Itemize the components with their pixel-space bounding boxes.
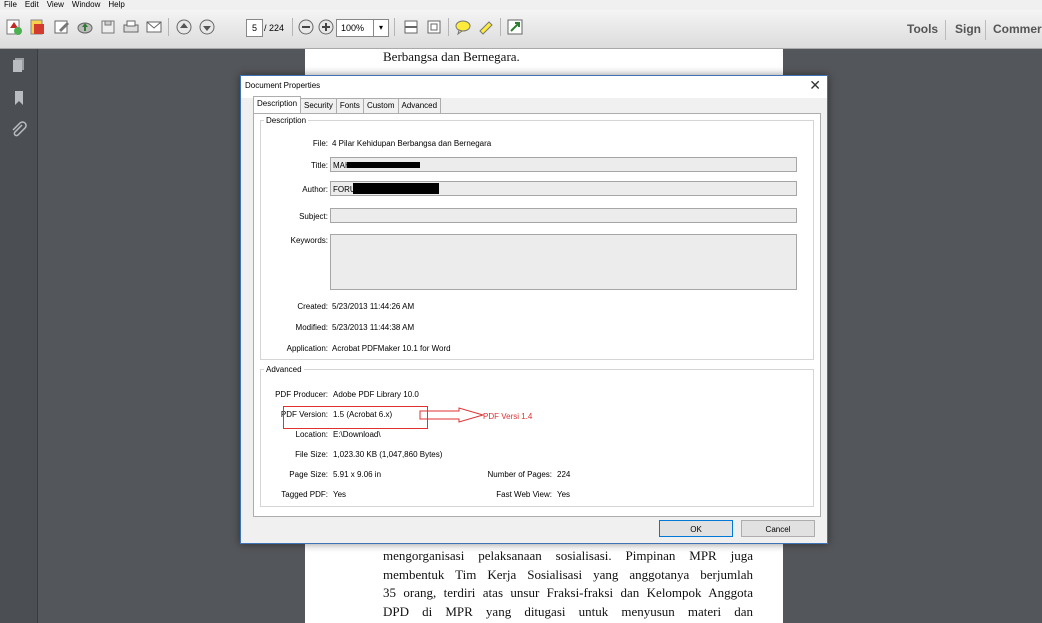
fullscreen-icon[interactable] — [505, 16, 525, 38]
menu-help[interactable]: Help — [108, 0, 124, 10]
producer-value: Adobe PDF Library 10.0 — [333, 390, 419, 399]
zoom-input[interactable]: 100% — [336, 19, 376, 37]
created-label: Created: — [297, 302, 328, 311]
description-legend: Description — [266, 116, 307, 125]
document-properties-dialog: Document Properties ✕ Description Securi… — [240, 75, 828, 544]
menu-view[interactable]: View — [47, 0, 64, 10]
redaction-bar — [353, 183, 439, 194]
producer-label: PDF Producer: — [275, 390, 328, 399]
body-line: 35 orang, terdiri atas unsur Fraksi-frak… — [383, 585, 753, 600]
tagged-label: Tagged PDF: — [281, 490, 328, 499]
menu-file[interactable]: File — [4, 0, 17, 10]
tab-advanced[interactable]: Advanced — [397, 98, 442, 113]
page-text-body: mengorganisasi pelaksanaan sosialisasi. … — [383, 547, 753, 621]
toolbar: 5 / 224 100% ▾ Tools Sign Commer — [0, 10, 1042, 49]
cancel-button[interactable]: Cancel — [741, 520, 815, 537]
tab-security[interactable]: Security — [300, 98, 337, 113]
tagged-value: Yes — [333, 490, 347, 499]
modified-label: Modified: — [295, 323, 328, 332]
filesize-value: 1,023.30 KB (1,047,860 Bytes) — [333, 450, 443, 459]
fastweb-label: Fast Web View: — [496, 490, 552, 499]
ok-button[interactable]: OK — [659, 520, 733, 537]
close-icon[interactable]: ✕ — [809, 77, 821, 94]
file-value: 4 Pilar Kehidupan Berbangsa dan Bernegar… — [332, 139, 492, 148]
fit-width-icon[interactable] — [401, 16, 421, 38]
email-icon[interactable] — [144, 16, 164, 38]
zoom-in-icon[interactable] — [316, 16, 336, 38]
attachment-icon[interactable] — [10, 121, 28, 139]
navigation-pane — [0, 49, 38, 623]
tab-fonts[interactable]: Fonts — [335, 98, 364, 113]
page-number-input[interactable]: 5 — [246, 19, 263, 37]
page-count: / 224 — [264, 23, 285, 33]
print-icon[interactable] — [121, 16, 141, 38]
next-page-icon[interactable] — [197, 16, 217, 38]
title-label: Title: — [310, 161, 328, 170]
pagesize-value: 5.91 x 9.06 in — [333, 470, 382, 479]
application-value: Acrobat PDFMaker 10.1 for Word — [332, 344, 451, 353]
body-line: membentuk Tim Kerja Sosialisasi yang ang… — [383, 566, 753, 582]
fit-page-icon[interactable] — [424, 16, 444, 38]
menu-window[interactable]: Window — [72, 0, 100, 10]
fastweb-value: Yes — [557, 490, 571, 499]
redaction-bar — [347, 162, 420, 168]
location-label: Location: — [295, 430, 328, 439]
highlight-icon[interactable] — [476, 16, 496, 38]
keywords-label: Keywords: — [290, 236, 328, 245]
save-icon[interactable] — [98, 16, 118, 38]
arrow-icon — [419, 407, 485, 423]
pagesize-label: Page Size: — [289, 470, 328, 479]
cloud-upload-icon[interactable] — [75, 16, 95, 38]
comment-button[interactable]: Commer — [993, 22, 1042, 36]
menu-bar: File Edit View Window Help — [0, 0, 1042, 10]
numpages-label: Number of Pages: — [487, 470, 552, 479]
page-text-header: Berbangsa dan Bernegara. — [383, 49, 520, 64]
edit-icon[interactable] — [52, 16, 72, 38]
menu-edit[interactable]: Edit — [25, 0, 39, 10]
tab-custom[interactable]: Custom — [362, 98, 399, 113]
create-pdf-icon[interactable] — [4, 16, 24, 38]
subject-field[interactable] — [330, 208, 797, 223]
tab-description[interactable]: Description — [253, 96, 302, 113]
advanced-legend: Advanced — [266, 365, 302, 374]
application-label: Application: — [286, 344, 328, 353]
dialog-title: Document Properties — [245, 81, 321, 90]
bookmark-icon[interactable] — [10, 89, 28, 107]
tab-bar: Description Security Fonts Custom Advanc… — [253, 96, 442, 113]
version-highlight-box — [283, 406, 428, 429]
file-label: File: — [312, 139, 328, 148]
author-label: Author: — [302, 185, 328, 194]
location-value: E:\Download\ — [333, 430, 381, 439]
modified-value: 5/23/2013 11:44:38 AM — [332, 323, 415, 332]
filesize-label: File Size: — [295, 450, 328, 459]
tools-button[interactable]: Tools — [907, 22, 938, 36]
comment-icon[interactable] — [453, 16, 473, 38]
zoom-out-icon[interactable] — [296, 16, 316, 38]
body-line: mengorganisasi pelaksanaan sosialisasi. … — [383, 548, 753, 563]
tab-panel: Description File: 4 Pilar Kehidupan Berb… — [253, 113, 821, 517]
convert-icon[interactable] — [27, 16, 47, 38]
body-line: DPD di MPR yang ditugasi untuk menyusun … — [383, 603, 753, 619]
prev-page-icon[interactable] — [174, 16, 194, 38]
sign-button[interactable]: Sign — [955, 22, 981, 36]
pages-icon[interactable] — [10, 56, 28, 74]
numpages-value: 224 — [557, 470, 571, 479]
subject-label: Subject: — [299, 212, 328, 221]
created-value: 5/23/2013 11:44:26 AM — [332, 302, 415, 311]
annotation-text: PDF Versi 1.4 — [483, 412, 533, 421]
chevron-down-icon[interactable]: ▾ — [373, 19, 389, 37]
dialog-title-bar[interactable]: Document Properties ✕ — [241, 76, 827, 98]
keywords-field[interactable] — [330, 234, 797, 290]
